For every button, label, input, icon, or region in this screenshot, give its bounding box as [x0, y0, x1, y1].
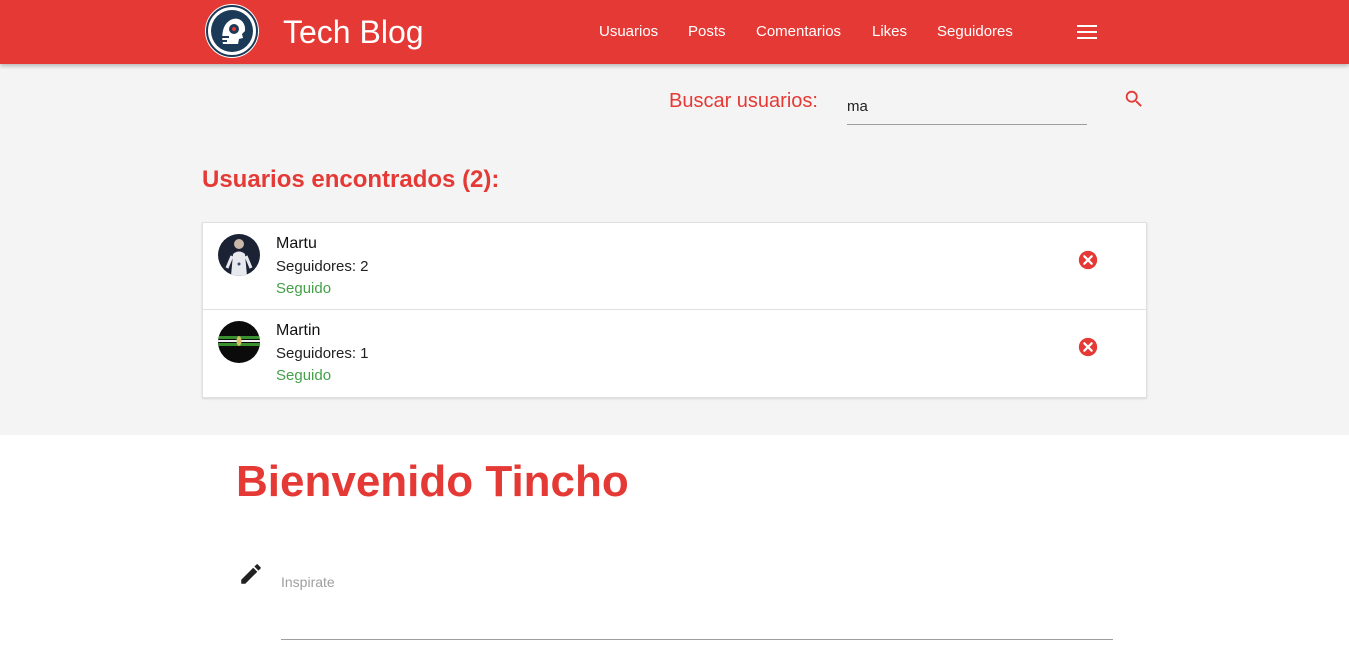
followers-label: Seguidores:: [276, 345, 357, 362]
user-avatar[interactable]: [218, 234, 260, 276]
tech-blog-logo-icon[interactable]: [205, 4, 259, 58]
user-followers: Seguidores: 2: [276, 258, 368, 276]
remove-user-close-icon[interactable]: [1077, 336, 1099, 358]
nav-link-usuarios[interactable]: Usuarios: [599, 0, 658, 64]
nav-link-comentarios[interactable]: Comentarios: [756, 0, 841, 64]
follow-status: Seguido: [276, 367, 332, 384]
pencil-icon: [241, 564, 261, 584]
followers-count: 2: [360, 258, 369, 275]
navbar: Tech Blog Usuarios Posts Comentarios Lik…: [0, 0, 1349, 64]
search-input[interactable]: [847, 88, 1087, 125]
followers-label: Seguidores:: [276, 258, 357, 275]
user-followers: Seguidores: 1: [276, 345, 368, 363]
user-avatar[interactable]: [218, 321, 260, 363]
user-result-item[interactable]: Martin Seguidores: 1 Seguido: [203, 310, 1146, 397]
search-section: Buscar usuarios: Usuarios encontrados (2…: [0, 64, 1349, 435]
search-label: Buscar usuarios:: [669, 90, 818, 112]
followers-count: 1: [360, 345, 369, 362]
search-icon[interactable]: [1123, 88, 1145, 110]
nav-link-seguidores[interactable]: Seguidores: [937, 0, 1013, 64]
user-result-item[interactable]: Martu Seguidores: 2 Seguido: [203, 223, 1146, 310]
user-results-list: Martu Seguidores: 2 Seguido Martin Seguid…: [202, 222, 1147, 398]
nav-link-likes[interactable]: Likes: [872, 0, 907, 64]
hamburger-menu-icon[interactable]: [1074, 20, 1100, 44]
user-name[interactable]: Martin: [276, 322, 320, 340]
welcome-title: Bienvenido Tincho: [236, 457, 629, 506]
follow-status: Seguido: [276, 280, 332, 297]
nav-link-posts[interactable]: Posts: [688, 0, 726, 64]
user-name[interactable]: Martu: [276, 235, 317, 253]
post-input[interactable]: [281, 562, 1113, 640]
results-title: Usuarios encontrados (2):: [202, 166, 500, 193]
brand-title[interactable]: Tech Blog: [283, 12, 424, 52]
remove-user-close-icon[interactable]: [1077, 249, 1099, 271]
